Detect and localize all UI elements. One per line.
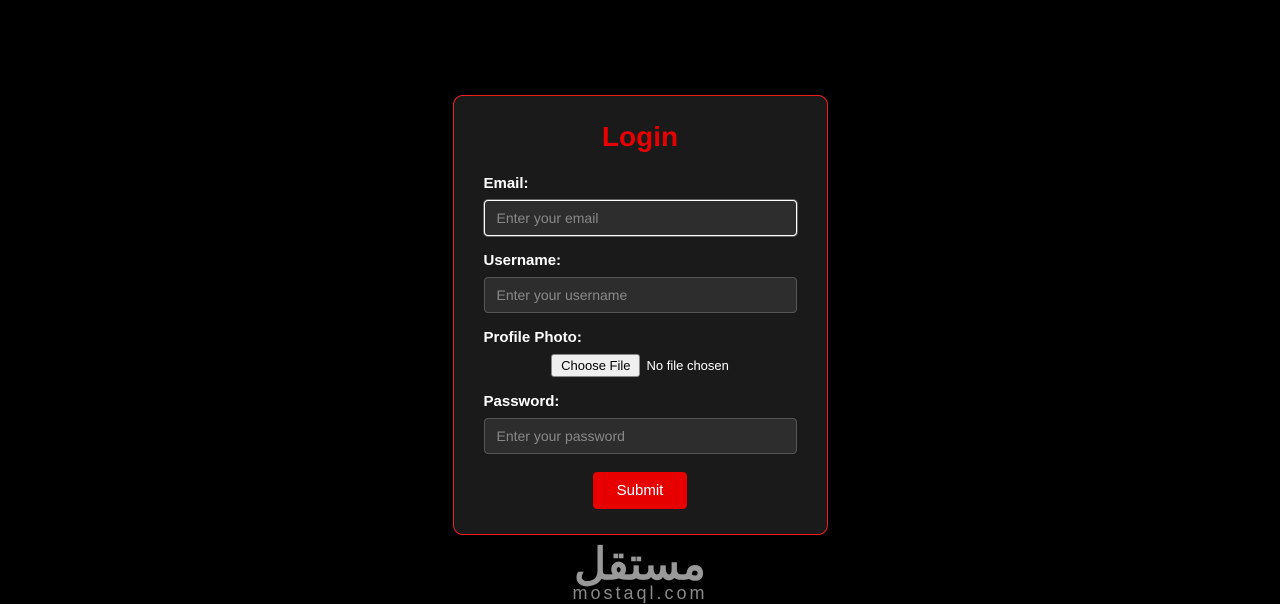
photo-group: Profile Photo: Choose File No file chose… (484, 329, 797, 377)
choose-file-button[interactable]: Choose File (551, 354, 640, 377)
photo-label: Profile Photo: (484, 329, 797, 346)
login-card: Login Email: Username: Profile Photo: Ch… (453, 95, 828, 535)
username-label: Username: (484, 252, 797, 269)
login-title: Login (484, 121, 797, 153)
password-group: Password: (484, 393, 797, 454)
password-input[interactable] (484, 418, 797, 454)
email-group: Email: (484, 175, 797, 236)
email-label: Email: (484, 175, 797, 192)
file-status: No file chosen (646, 358, 728, 373)
watermark: مستقل mostaql.com (572, 543, 707, 604)
file-row: Choose File No file chosen (484, 354, 797, 377)
email-input[interactable] (484, 200, 797, 236)
watermark-arabic: مستقل (572, 543, 707, 587)
watermark-latin: mostaql.com (572, 583, 707, 604)
submit-row: Submit (484, 472, 797, 509)
username-group: Username: (484, 252, 797, 313)
password-label: Password: (484, 393, 797, 410)
username-input[interactable] (484, 277, 797, 313)
submit-button[interactable]: Submit (593, 472, 688, 509)
